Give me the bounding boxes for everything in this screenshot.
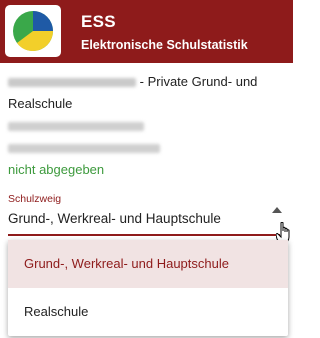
pie-chart-logo-icon [13, 11, 53, 51]
school-name-suffix: - Private Grund- und [139, 74, 258, 89]
school-name-line: - Private Grund- und [8, 71, 288, 93]
redacted-city-line [8, 137, 288, 159]
schulzweig-dropdown-menu: Grund-, Werkreal- und Hauptschule Realsc… [8, 240, 288, 336]
submission-status: nicht abgegeben [8, 162, 105, 177]
app-subtitle: Elektronische Schulstatistik [81, 38, 248, 52]
school-name-line2: Realschule [8, 96, 73, 111]
redacted-address-line [8, 115, 288, 137]
school-info: - Private Grund- und Realschule nicht ab… [8, 71, 288, 181]
app-title: ESS [81, 12, 116, 31]
app-header: ESS Elektronische Schulstatistik [0, 0, 293, 63]
option-grund-werkreal-hauptschule[interactable]: Grund-, Werkreal- und Hauptschule [8, 240, 288, 288]
schulzweig-select[interactable]: Grund-, Werkreal- und Hauptschule [8, 211, 221, 226]
redacted-text [8, 78, 136, 88]
option-realschule[interactable]: Realschule [8, 288, 288, 336]
ess-logo[interactable] [5, 5, 61, 57]
dropdown-arrow-up-icon[interactable] [272, 207, 282, 213]
schulzweig-label: Schulzweig [8, 193, 62, 205]
select-underline [8, 234, 280, 236]
